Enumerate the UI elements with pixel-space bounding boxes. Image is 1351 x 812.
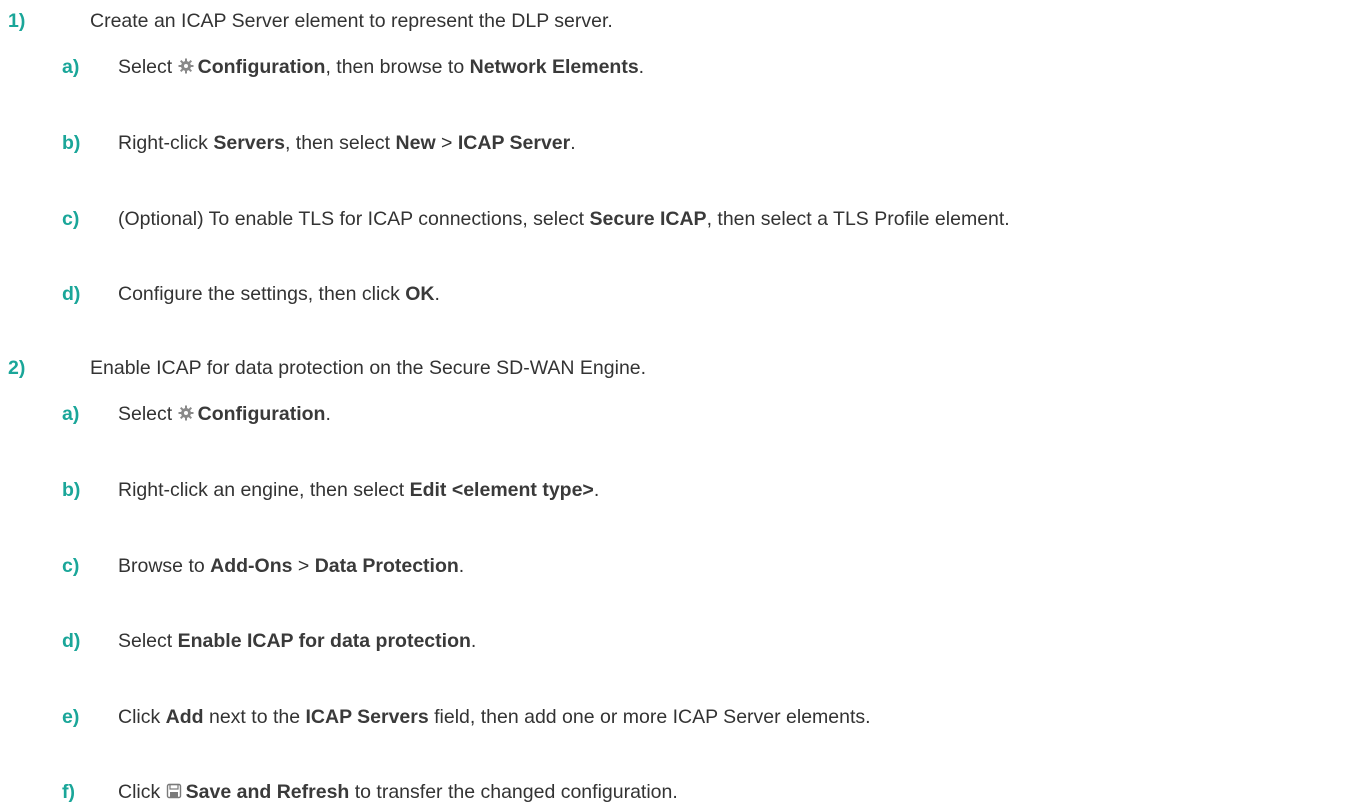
substep-1c: c) (Optional) To enable TLS for ICAP con… [0, 204, 1351, 234]
substep-number: d) [62, 283, 81, 305]
substep-number: c) [62, 555, 80, 577]
substep-number: a) [62, 56, 80, 78]
substep-number: b) [62, 132, 81, 154]
substep-1d: d) Configure the settings, then click OK… [0, 279, 1351, 309]
step-2: 2) Enable ICAP for data protection on th… [0, 353, 1351, 383]
substep-text: Click Save and Refresh to transfer the c… [118, 781, 678, 803]
substep-number: f) [62, 781, 75, 803]
substep-2d: d) Select Enable ICAP for data protectio… [0, 626, 1351, 656]
save-icon [166, 783, 182, 799]
substep-text: (Optional) To enable TLS for ICAP connec… [118, 208, 1010, 230]
gear-icon [178, 405, 194, 421]
substep-number: a) [62, 403, 80, 425]
substep-1b: b) Right-click Servers, then select New … [0, 128, 1351, 158]
substep-1a: a) Select Configuration, then browse to … [0, 52, 1351, 82]
step-number: 2) [8, 357, 26, 379]
step-1: 1) Create an ICAP Server element to repr… [0, 6, 1351, 36]
substep-number: c) [62, 208, 80, 230]
substep-2f: f) Click Save and Refresh to transfer th… [0, 777, 1351, 807]
substep-text: Right-click Servers, then select New > I… [118, 132, 576, 154]
gear-icon [178, 58, 194, 74]
substep-text: Select Enable ICAP for data protection. [118, 630, 477, 652]
step-number: 1) [8, 10, 26, 32]
substep-number: b) [62, 479, 81, 501]
substep-text: Browse to Add-Ons > Data Protection. [118, 555, 465, 577]
substep-2b: b) Right-click an engine, then select Ed… [0, 475, 1351, 505]
substep-text: Right-click an engine, then select Edit … [118, 479, 600, 501]
substep-2e: e) Click Add next to the ICAP Servers fi… [0, 702, 1351, 732]
substep-text: Select Configuration, then browse to Net… [118, 56, 645, 78]
substep-text: Configure the settings, then click OK. [118, 283, 440, 305]
substep-number: e) [62, 706, 80, 728]
substep-text: Click Add next to the ICAP Servers field… [118, 706, 871, 728]
substep-2c: c) Browse to Add-Ons > Data Protection. [0, 551, 1351, 581]
step-text: Create an ICAP Server element to represe… [90, 10, 613, 32]
substep-text: Select Configuration. [118, 403, 331, 425]
step-text: Enable ICAP for data protection on the S… [90, 357, 647, 379]
substep-number: d) [62, 630, 81, 652]
substep-2a: a) Select Configuration. [0, 399, 1351, 429]
